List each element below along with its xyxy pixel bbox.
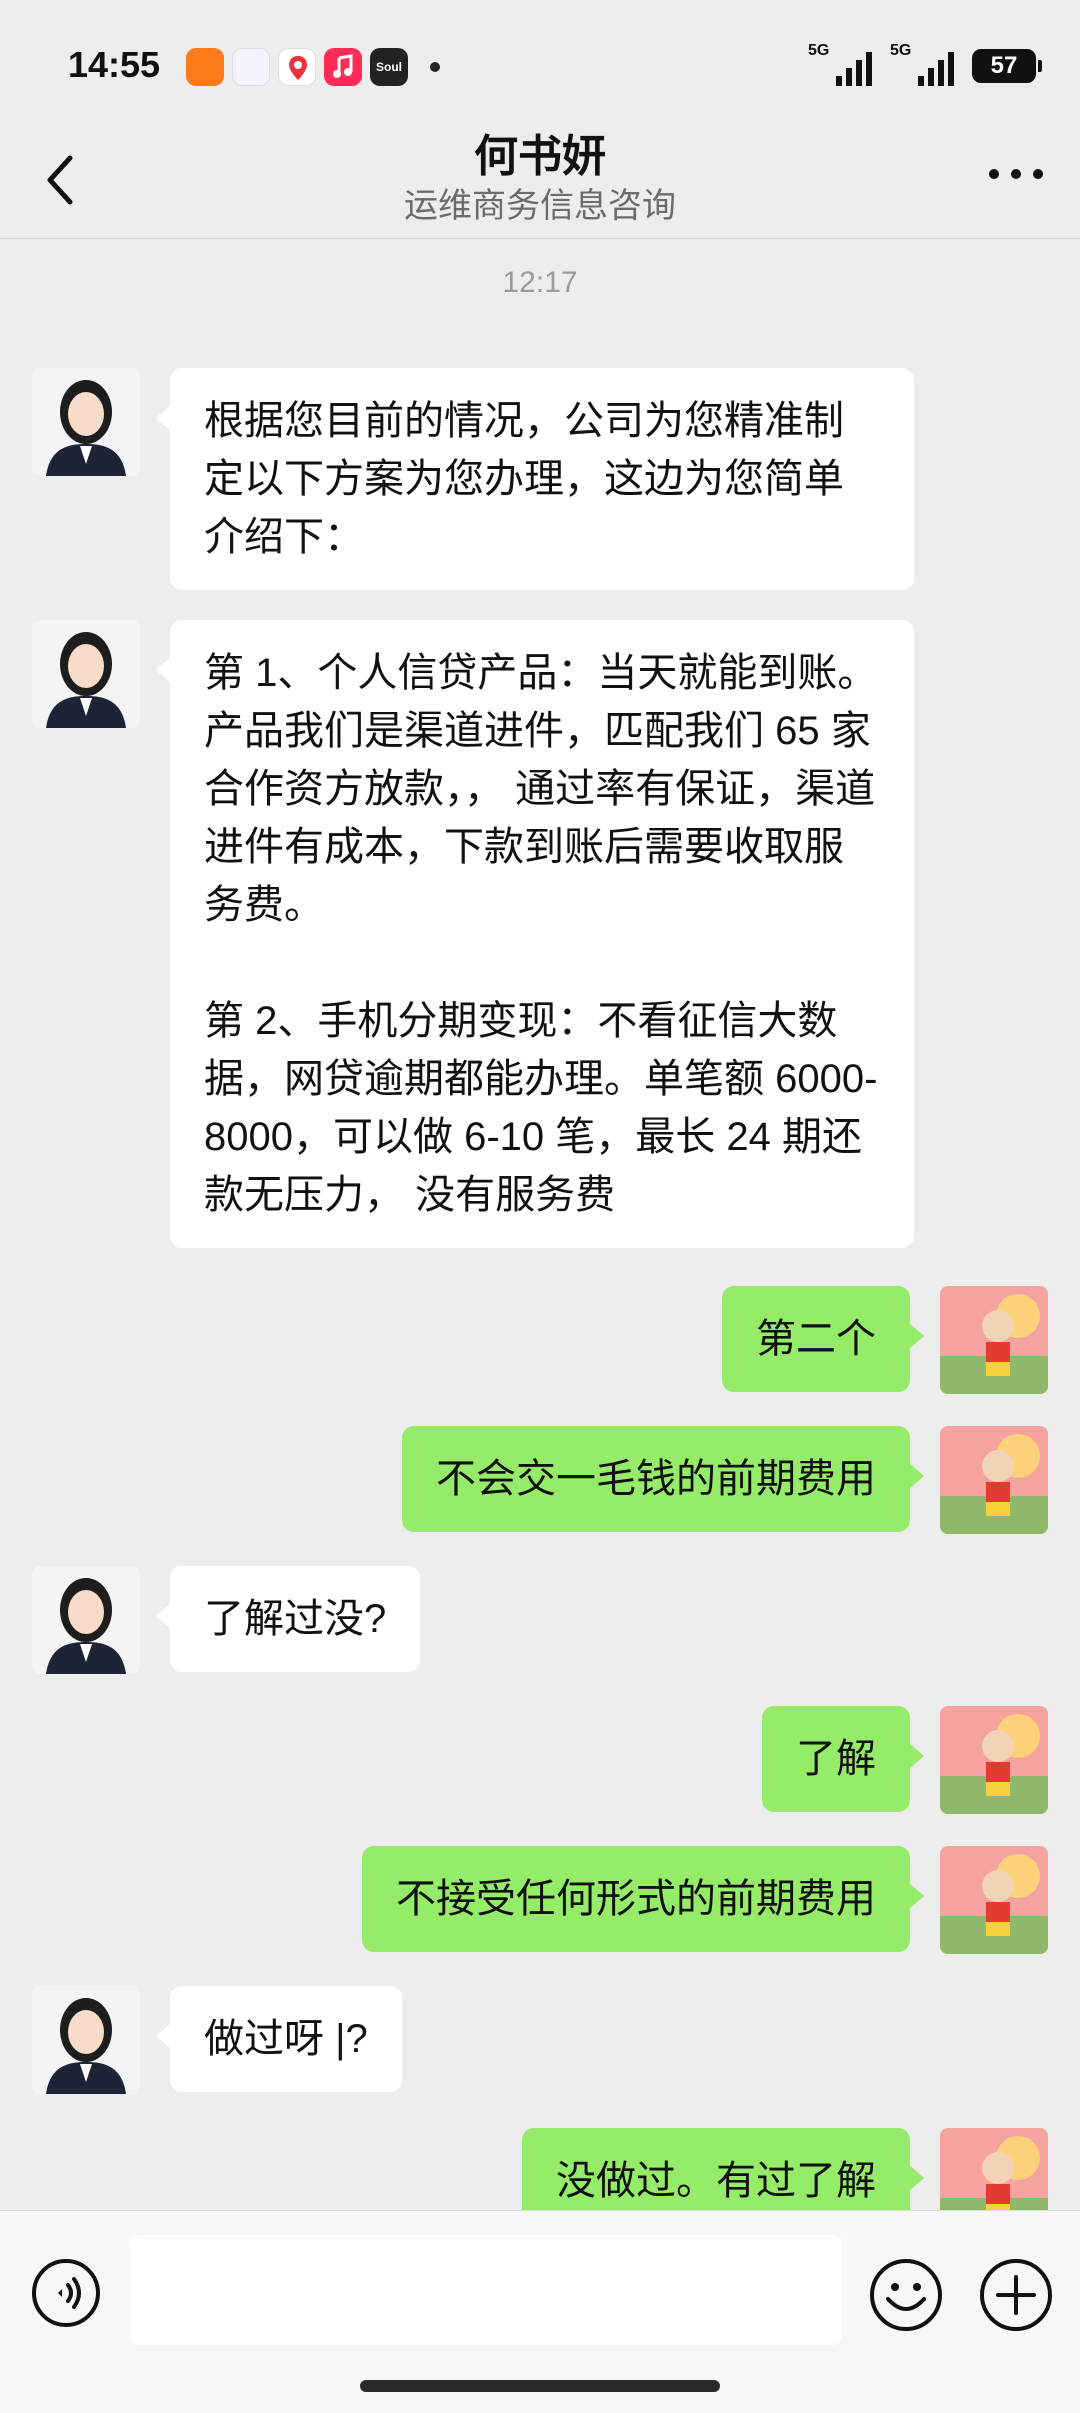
message-bubble-received[interactable]: 做过呀 |? [156, 1986, 402, 2092]
message-bubble-sent[interactable]: 第二个 [722, 1286, 924, 1392]
message-bubble-sent[interactable]: 不会交一毛钱的前期费用 [402, 1426, 924, 1532]
contact-avatar[interactable] [32, 368, 140, 476]
message-bubble-received[interactable]: 第 1、个人信贷产品：当天就能到账。产品我们是渠道进件，匹配我们 65 家合作资… [156, 620, 914, 1248]
chat-message-list[interactable]: 根据您目前的情况，公司为您精准制定以下方案为您办理，这边为您简单介绍下： 第 1… [0, 0, 1080, 2210]
message-bubble-received[interactable]: 了解过没? [155, 1566, 421, 1672]
self-avatar[interactable] [940, 2128, 1048, 2210]
contact-avatar[interactable] [32, 1566, 140, 1674]
contact-avatar[interactable] [32, 620, 140, 728]
contact-avatar[interactable] [32, 1986, 140, 2094]
self-avatar[interactable] [940, 1846, 1048, 1954]
self-avatar[interactable] [940, 1426, 1048, 1534]
message-bubble-sent[interactable]: 没做过。有过了解 [522, 2128, 924, 2210]
message-bubble-sent[interactable]: 不接受任何形式的前期费用 [362, 1846, 924, 1952]
message-bubble-received[interactable]: 根据您目前的情况，公司为您精准制定以下方案为您办理，这边为您简单介绍下： [156, 368, 914, 590]
plus-icon[interactable] [978, 2257, 1054, 2333]
self-avatar[interactable] [940, 1706, 1048, 1814]
message-bubble-sent[interactable]: 了解 [762, 1706, 924, 1812]
home-indicator[interactable] [360, 2380, 720, 2392]
message-input[interactable] [130, 2235, 842, 2345]
voice-icon[interactable] [30, 2257, 102, 2329]
self-avatar[interactable] [940, 1286, 1048, 1394]
emoji-icon[interactable] [868, 2257, 944, 2333]
